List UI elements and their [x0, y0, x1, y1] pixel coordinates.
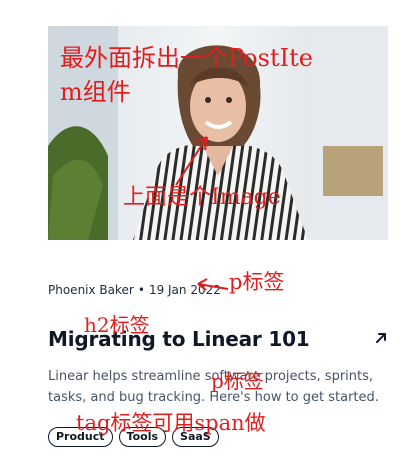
- tag-list: Product Tools SaaS: [48, 427, 219, 447]
- post-title[interactable]: Migrating to Linear 101: [48, 324, 388, 354]
- tag-tools[interactable]: Tools: [118, 427, 167, 447]
- post-date: 19 Jan 2022: [148, 283, 221, 297]
- arrow-up-right-icon[interactable]: [374, 331, 388, 345]
- title-row[interactable]: Migrating to Linear 101: [48, 324, 388, 354]
- post-item-card[interactable]: Phoenix Baker • 19 Jan 2022 Migrating to L…: [48, 26, 388, 447]
- tag-product[interactable]: Product: [48, 427, 113, 447]
- post-image[interactable]: [48, 26, 388, 240]
- page: Phoenix Baker • 19 Jan 2022 Migrating to L…: [0, 0, 403, 463]
- tag-saas[interactable]: SaaS: [172, 427, 219, 447]
- portrait-photo: [48, 26, 388, 240]
- meta-separator: •: [137, 283, 145, 297]
- post-excerpt: Linear helps streamline software project…: [48, 369, 379, 405]
- author-name: Phoenix Baker: [48, 283, 134, 297]
- post-meta: Phoenix Baker • 19 Jan 2022: [48, 283, 221, 297]
